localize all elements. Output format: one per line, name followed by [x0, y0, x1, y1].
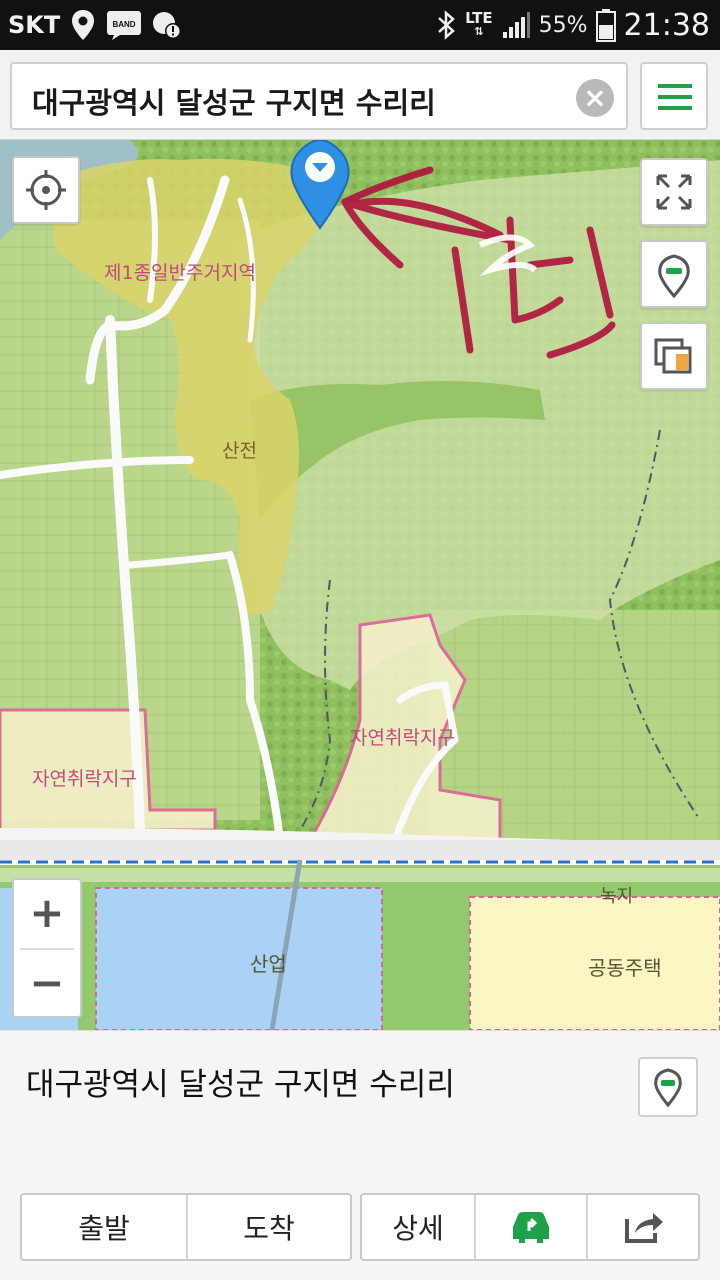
- map-pin-icon: [654, 1068, 682, 1108]
- zoom-in-button[interactable]: +: [14, 880, 80, 948]
- search-input[interactable]: 대구광역시 달성군 구지면 수리리 ×: [10, 62, 628, 130]
- battery-percent: 55%: [538, 12, 588, 38]
- place-label-sanjeon: 산전: [222, 440, 257, 462]
- green-strip: [0, 868, 720, 882]
- menu-line-icon: [658, 95, 692, 99]
- zone-label-village-center: 자연취락지구: [350, 727, 455, 749]
- layers-icon: [654, 338, 692, 374]
- svg-text:BAND: BAND: [113, 20, 136, 29]
- search-query: 대구광역시 달성군 구지면 수리리: [32, 86, 436, 120]
- action-button-group: 상세: [360, 1193, 700, 1261]
- clock: 21:38: [623, 7, 710, 43]
- data-arrows-icon: ⇅: [474, 25, 484, 38]
- place-address: 대구광역시 달성군 구지면 수리리: [26, 1067, 455, 1103]
- car-navigation-icon: [513, 1212, 549, 1243]
- crosshair-icon: [26, 170, 66, 210]
- zoom-out-button[interactable]: −: [14, 950, 80, 1018]
- zoom-controls: + −: [12, 878, 82, 1018]
- zone-label-industrial: 산업: [250, 952, 287, 976]
- bluetooth-icon: [438, 10, 455, 40]
- screen: SKT BAND LTE ⇅ 55% 21:38 대구광역시 달성군 구지면 수…: [0, 0, 720, 1280]
- save-location-button[interactable]: [640, 240, 708, 308]
- search-header: 대구광역시 달성군 구지면 수리리 ×: [0, 50, 720, 140]
- clear-search-button[interactable]: ×: [576, 79, 614, 117]
- signal-icon: [502, 12, 530, 38]
- zone-label-green: 녹지: [600, 886, 634, 907]
- zone-label-village-left: 자연취락지구: [32, 768, 137, 790]
- status-bar: SKT BAND LTE ⇅ 55% 21:38: [0, 0, 720, 50]
- network-indicator: LTE ⇅: [465, 11, 493, 39]
- detail-button[interactable]: 상세: [362, 1195, 474, 1259]
- share-button[interactable]: [586, 1195, 698, 1259]
- menu-line-icon: [658, 84, 692, 88]
- band-app-icon: BAND: [107, 11, 142, 40]
- car-route-button[interactable]: [474, 1195, 586, 1259]
- panel-save-button[interactable]: [638, 1057, 698, 1117]
- map-layers-button[interactable]: [640, 322, 708, 390]
- map-view[interactable]: 제1종일반주거지역 산전 자연취락지구 자연취락지구 녹지 산업 공동주택 1번: [0, 140, 720, 1030]
- carrier-label: SKT: [8, 11, 61, 39]
- my-location-button[interactable]: [12, 156, 80, 224]
- place-info-panel: 대구광역시 달성군 구지면 수리리 출발 도착 상세: [0, 1030, 720, 1280]
- depart-button[interactable]: 출발: [22, 1195, 186, 1259]
- battery-icon: [595, 9, 616, 42]
- network-label: LTE: [465, 9, 493, 27]
- expand-icon: [656, 174, 692, 210]
- menu-line-icon: [658, 106, 692, 110]
- highway: [0, 840, 720, 860]
- industrial-zone: [95, 887, 383, 1030]
- route-button-group: 출발 도착: [20, 1193, 352, 1261]
- zone-label-housing: 공동주택: [588, 956, 662, 980]
- location-icon: [72, 10, 95, 40]
- share-icon: [625, 1213, 663, 1243]
- alert-app-icon: [153, 12, 182, 39]
- map-pin-icon: [658, 254, 690, 299]
- arrive-button[interactable]: 도착: [186, 1195, 350, 1259]
- zone-label-residential: 제1종일반주거지역: [104, 262, 256, 284]
- menu-button[interactable]: [640, 62, 708, 130]
- fullscreen-button[interactable]: [640, 158, 708, 226]
